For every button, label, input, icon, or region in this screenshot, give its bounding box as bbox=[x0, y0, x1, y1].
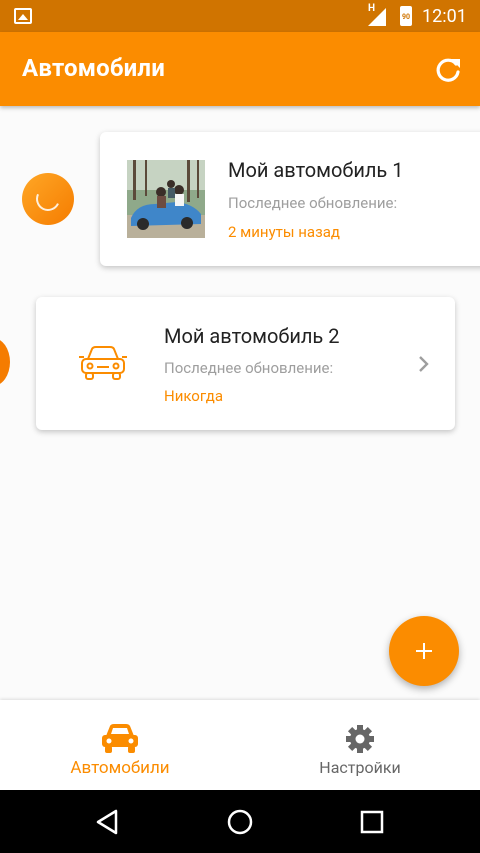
nav-item-cars[interactable]: Автомобили bbox=[0, 700, 240, 790]
gear-icon bbox=[346, 725, 374, 753]
nav-item-label: Автомобили bbox=[70, 758, 170, 778]
car-card-2[interactable]: Мой автомобиль 2 Последнее обновление: Н… bbox=[36, 297, 455, 430]
car-card-1[interactable]: Мой автомобиль 1 Последнее обновление: 2… bbox=[100, 132, 480, 266]
gallery-notification-icon bbox=[14, 8, 32, 24]
last-update-label: Последнее обновление: bbox=[164, 359, 334, 377]
battery-icon: 90 bbox=[400, 6, 412, 26]
system-navigation-bar bbox=[0, 790, 480, 853]
nav-item-label: Настройки bbox=[319, 758, 401, 777]
recents-icon[interactable] bbox=[356, 806, 388, 838]
status-bar: H 90 12:01 bbox=[0, 0, 480, 32]
car-photo bbox=[127, 160, 205, 238]
signal-icon bbox=[368, 8, 386, 26]
home-icon[interactable] bbox=[224, 806, 256, 838]
battery-level: 90 bbox=[401, 13, 411, 21]
status-time: 12:01 bbox=[422, 6, 467, 27]
plus-icon bbox=[416, 643, 432, 659]
back-icon[interactable] bbox=[92, 806, 124, 838]
cars-list: Мой автомобиль 1 Последнее обновление: 2… bbox=[0, 106, 480, 700]
loading-indicator bbox=[22, 173, 74, 225]
last-update-value: Никогда bbox=[164, 387, 223, 405]
app-bar: Автомобили bbox=[0, 32, 480, 106]
last-update-label: Последнее обновление: bbox=[228, 194, 398, 212]
side-indicator bbox=[0, 338, 10, 386]
car-icon bbox=[79, 346, 127, 380]
chevron-right-icon bbox=[419, 356, 429, 372]
page-title: Автомобили bbox=[22, 54, 166, 82]
spinner-icon bbox=[32, 183, 64, 215]
nav-item-settings[interactable]: Настройки bbox=[240, 700, 480, 790]
bottom-navigation: Автомобили Настройки bbox=[0, 700, 480, 790]
last-update-value: 2 минуты назад bbox=[228, 223, 340, 241]
car-icon bbox=[102, 724, 138, 753]
car-name: Мой автомобиль 2 bbox=[164, 324, 340, 348]
refresh-icon[interactable] bbox=[432, 54, 464, 86]
add-car-button[interactable] bbox=[389, 616, 459, 686]
car-name: Мой автомобиль 1 bbox=[228, 158, 404, 182]
